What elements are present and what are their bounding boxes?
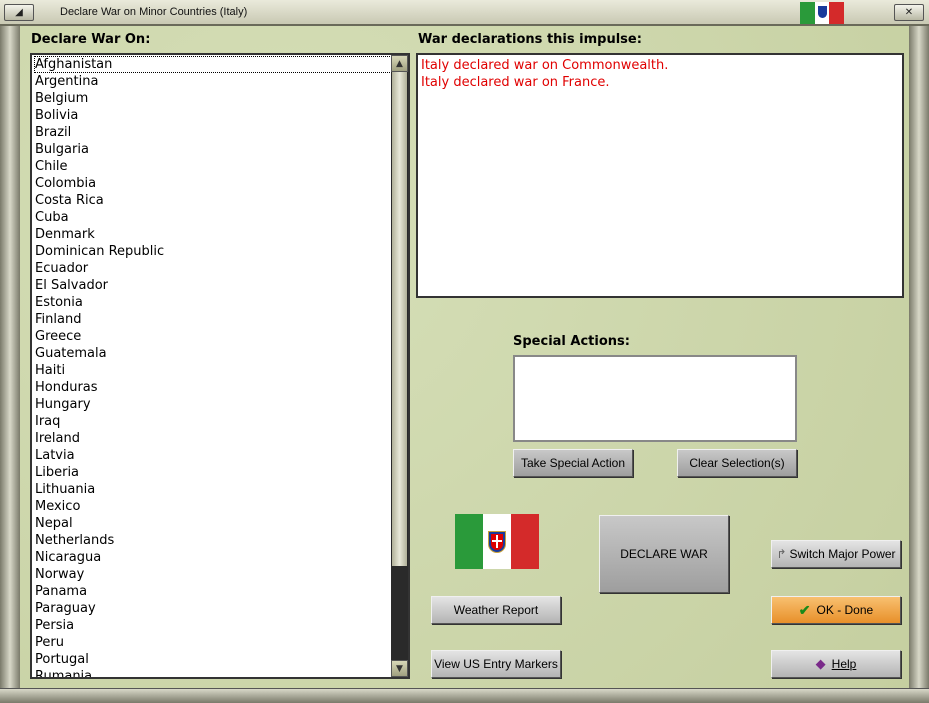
country-list-item[interactable]: Nicaragua — [34, 549, 394, 566]
country-list-item[interactable]: Netherlands — [34, 532, 394, 549]
country-list-item[interactable]: Belgium — [34, 90, 394, 107]
view-us-entry-markers-button[interactable]: View US Entry Markers — [431, 650, 561, 678]
declaration-line: Italy declared war on Commonwealth. — [421, 58, 669, 73]
country-list-item[interactable]: Ecuador — [34, 260, 394, 277]
country-list-item[interactable]: Bolivia — [34, 107, 394, 124]
country-list-item[interactable]: Nepal — [34, 515, 394, 532]
help-label: Help — [831, 657, 857, 671]
country-list-item[interactable]: Liberia — [34, 464, 394, 481]
close-x-icon: ✕ — [904, 7, 914, 18]
help-book-icon: ◆ — [815, 656, 826, 671]
war-declarations-heading: War declarations this impulse: — [418, 32, 642, 47]
country-list-item[interactable]: Iraq — [34, 413, 394, 430]
switch-major-power-button[interactable]: ↱ Switch Major Power — [771, 540, 901, 568]
country-list-item[interactable]: Chile — [34, 158, 394, 175]
scroll-up-button[interactable]: ▲ — [391, 55, 408, 72]
scroll-thumb[interactable] — [392, 72, 407, 566]
country-list-item[interactable]: El Salvador — [34, 277, 394, 294]
checkmark-icon: ✔ — [798, 601, 811, 618]
country-list-item[interactable]: Afghanistan — [34, 56, 394, 73]
country-list-item[interactable]: Ireland — [34, 430, 394, 447]
italy-flag-icon — [800, 2, 845, 24]
declare-war-button[interactable]: DECLARE WAR — [599, 515, 729, 593]
country-list-item[interactable]: Haiti — [34, 362, 394, 379]
triangle-down-icon: ▼ — [396, 663, 403, 674]
window-frame-left — [0, 26, 20, 691]
clear-selections-button[interactable]: Clear Selection(s) — [677, 449, 797, 477]
country-list-item[interactable]: Brazil — [34, 124, 394, 141]
country-list-scrollbar[interactable]: ▲ ▼ — [391, 55, 408, 677]
country-list[interactable]: Afghanistan Argentina Belgium Bolivia Brazil… — [30, 53, 410, 679]
ok-done-label: OK - Done — [816, 603, 874, 617]
country-list-item[interactable]: Dominican Republic — [34, 243, 394, 260]
country-list-item[interactable]: Latvia — [34, 447, 394, 464]
country-list-item[interactable]: Lithuania — [34, 481, 394, 498]
take-special-action-button[interactable]: Take Special Action — [513, 449, 633, 477]
special-actions-list[interactable] — [513, 355, 797, 442]
country-list-item[interactable]: Honduras — [34, 379, 394, 396]
country-list-item[interactable]: Peru — [34, 634, 394, 651]
country-list-item[interactable]: Costa Rica — [34, 192, 394, 209]
window-frame-bottom — [0, 688, 929, 703]
title-bar: ◢ Declare War on Minor Countries (Italy)… — [0, 0, 929, 26]
country-list-item[interactable]: Panama — [34, 583, 394, 600]
country-list-item[interactable]: Bulgaria — [34, 141, 394, 158]
country-list-item[interactable]: Rumania — [34, 668, 394, 677]
country-list-item[interactable]: Persia — [34, 617, 394, 634]
ok-done-button[interactable]: ✔ OK - Done — [771, 596, 901, 624]
war-declarations-box: Italy declared war on Commonwealth. Ital… — [416, 53, 904, 298]
triangle-up-icon: ◢ — [15, 7, 23, 18]
declare-war-on-heading: Declare War On: — [31, 32, 151, 47]
country-list-item[interactable]: Mexico — [34, 498, 394, 515]
country-list-item[interactable]: Paraguay — [34, 600, 394, 617]
country-list-item[interactable]: Portugal — [34, 651, 394, 668]
swap-arrow-icon: ↱ — [776, 547, 787, 561]
country-list-item[interactable]: Hungary — [34, 396, 394, 413]
country-list-item[interactable]: Finland — [34, 311, 394, 328]
country-list-item[interactable]: Cuba — [34, 209, 394, 226]
country-list-item[interactable]: Argentina — [34, 73, 394, 90]
window-title: Declare War on Minor Countries (Italy) — [60, 6, 248, 18]
country-list-item[interactable]: Estonia — [34, 294, 394, 311]
country-list-item[interactable]: Colombia — [34, 175, 394, 192]
switch-major-power-label: Switch Major Power — [789, 547, 896, 561]
country-list-item[interactable]: Greece — [34, 328, 394, 345]
triangle-up-icon: ▲ — [396, 58, 403, 69]
country-list-item[interactable]: Norway — [34, 566, 394, 583]
country-list-item[interactable]: Guatemala — [34, 345, 394, 362]
weather-report-button[interactable]: Weather Report — [431, 596, 561, 624]
minimize-button[interactable]: ◢ — [4, 4, 34, 21]
close-button[interactable]: ✕ — [894, 4, 924, 21]
declaration-line: Italy declared war on France. — [421, 75, 610, 90]
savoy-shield-icon — [488, 531, 506, 553]
italy-flag — [455, 514, 539, 569]
window-frame-right — [909, 26, 929, 691]
scroll-down-button[interactable]: ▼ — [391, 660, 408, 677]
special-actions-heading: Special Actions: — [513, 334, 630, 349]
country-list-item[interactable]: Denmark — [34, 226, 394, 243]
country-list-items: Afghanistan Argentina Belgium Bolivia Brazil… — [34, 56, 394, 677]
help-button[interactable]: ◆ Help — [771, 650, 901, 678]
